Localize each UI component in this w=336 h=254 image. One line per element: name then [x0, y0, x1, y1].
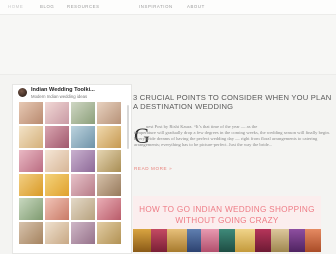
pin-thumbnail[interactable] — [45, 126, 69, 148]
pin-thumbnail[interactable] — [45, 102, 69, 124]
nav-inspiration-link[interactable]: INSPIRATION — [139, 3, 173, 11]
pin-thumbnail[interactable] — [45, 150, 69, 172]
pin-thumbnail[interactable] — [19, 198, 43, 220]
top-navigation-bar: HOME BLOG RESOURCES INSPIRATION ABOUT — [0, 0, 336, 15]
nav-resources-link[interactable]: RESOURCES — [67, 3, 100, 11]
pin-thumbnail[interactable] — [19, 102, 43, 124]
pin-thumbnail[interactable] — [97, 102, 121, 124]
nav-home-link[interactable]: HOME — [8, 3, 23, 11]
pin-thumbnail[interactable] — [19, 174, 43, 196]
header-divider — [0, 74, 336, 75]
pin-thumbnail[interactable] — [45, 222, 69, 244]
pin-thumbnail[interactable] — [45, 198, 69, 220]
pin-thumbnail[interactable] — [71, 126, 95, 148]
pin-thumbnail[interactable] — [71, 102, 95, 124]
post-excerpt: uest Post by Rishi Kaura. “It’s that tim… — [134, 124, 332, 148]
pin-thumbnail[interactable] — [19, 126, 43, 148]
header-banner-area — [0, 15, 336, 74]
read-more-link[interactable]: READ MORE » — [134, 166, 172, 171]
banner-fabric-image — [133, 229, 321, 252]
widget-scrollbar[interactable] — [127, 105, 129, 149]
pin-thumbnail[interactable] — [45, 174, 69, 196]
pin-thumbnail[interactable] — [71, 222, 95, 244]
featured-post-banner[interactable]: HOW TO GO INDIAN WEDDING SHOPPING WITHOU… — [133, 196, 321, 252]
widget-board-subtitle: Modern Indian wedding ideas — [31, 93, 88, 99]
banner-headline-line-1: HOW TO GO INDIAN WEDDING SHOPPING — [139, 205, 315, 214]
pin-thumbnail[interactable] — [19, 150, 43, 172]
pin-thumbnail[interactable] — [71, 150, 95, 172]
pin-thumbnail[interactable] — [97, 222, 121, 244]
pin-thumbnail[interactable] — [71, 174, 95, 196]
pin-thumbnail-grid — [19, 102, 125, 253]
banner-headline-line-2: WITHOUT GOING CRAZY — [175, 216, 279, 225]
post-excerpt-body: temperature will gradually drop a few de… — [134, 130, 330, 148]
nav-blog-link[interactable]: BLOG — [40, 3, 54, 11]
pin-thumbnail[interactable] — [97, 126, 121, 148]
post-title-link[interactable]: 3 CRUCIAL POINTS TO CONSIDER WHEN YOU PL… — [133, 93, 333, 111]
pin-thumbnail[interactable] — [97, 174, 121, 196]
pin-thumbnail[interactable] — [71, 198, 95, 220]
pinterest-board-widget[interactable]: Indian Wedding Toolki... Modern Indian w… — [12, 84, 132, 254]
pin-thumbnail[interactable] — [19, 222, 43, 244]
pin-thumbnail[interactable] — [97, 198, 121, 220]
profile-avatar-icon[interactable] — [18, 88, 27, 97]
pin-thumbnail[interactable] — [97, 150, 121, 172]
post-excerpt-first-line: uest Post by Rishi Kaura. “It’s that tim… — [146, 124, 258, 129]
nav-about-link[interactable]: ABOUT — [187, 3, 205, 11]
